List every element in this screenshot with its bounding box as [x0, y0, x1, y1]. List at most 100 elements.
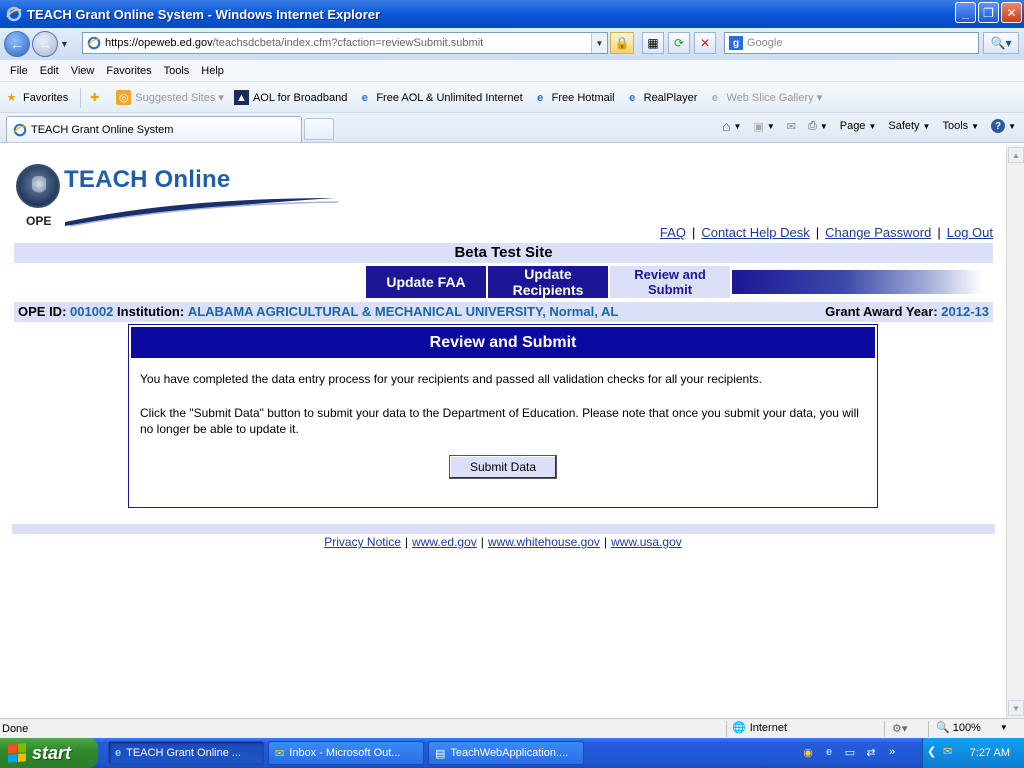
protected-mode-icon[interactable]: ⚙▾: [892, 722, 907, 735]
window-titlebar[interactable]: TEACH Grant Online System - Windows Inte…: [0, 0, 1024, 28]
fav-web-slice[interactable]: e Web Slice Gallery ▾: [707, 90, 822, 105]
change-password-link[interactable]: Change Password: [825, 225, 931, 240]
forward-button[interactable]: →: [32, 31, 58, 57]
window-title: TEACH Grant Online System - Windows Inte…: [27, 6, 381, 22]
network-icon[interactable]: ⇄: [863, 744, 879, 760]
vertical-scrollbar[interactable]: ▲ ▼: [1006, 145, 1024, 718]
chrome-icon[interactable]: ◉: [800, 744, 816, 760]
fav-suggested-sites[interactable]: ◎ Suggested Sites ▾: [116, 90, 224, 105]
tray-outlook-icon[interactable]: ✉: [943, 745, 952, 758]
stop-icon[interactable]: ✕: [694, 32, 716, 54]
maximize-button[interactable]: ❐: [978, 2, 999, 23]
address-field[interactable]: https://opeweb.ed.gov/teachsdcbeta/index…: [82, 32, 608, 54]
print-button[interactable]: ⎙ ▼: [808, 120, 828, 133]
link-separator: |: [691, 225, 696, 240]
page-menu-label: Page: [839, 120, 866, 132]
nav-update-faa[interactable]: Update FAA: [366, 266, 486, 298]
refresh-icon[interactable]: ⟳: [668, 32, 690, 54]
favbar-divider: [80, 87, 82, 108]
zoom-icon: 🔍: [936, 722, 950, 734]
safety-menu[interactable]: Safety ▼: [888, 120, 930, 132]
tools-menu[interactable]: Tools ▼: [942, 120, 979, 132]
printer-icon: ⎙: [808, 119, 817, 132]
search-input[interactable]: g Google: [724, 32, 979, 54]
menu-help[interactable]: Help: [195, 65, 230, 77]
nav-update-recipients[interactable]: Update Recipients: [488, 266, 608, 298]
tab-teach-grant[interactable]: TEACH Grant Online System: [6, 116, 302, 142]
quick-launch: ◉ e ▭ ⇄ »: [800, 744, 900, 760]
close-button[interactable]: ✕: [1001, 2, 1022, 23]
taskbar-item-label: Inbox - Microsoft Out...: [289, 747, 401, 759]
taskbar-item-teachweb[interactable]: ▤ TeachWebApplication....: [428, 741, 584, 765]
compatibility-view-icon[interactable]: ▦: [642, 32, 664, 54]
fav-aol-broadband[interactable]: ▲ AOL for Broadband: [233, 90, 347, 105]
home-button[interactable]: ⌂ ▼: [722, 118, 741, 134]
rss-icon: ▣: [753, 120, 764, 133]
new-tab-button[interactable]: [304, 118, 334, 140]
log-out-link[interactable]: Log Out: [947, 225, 993, 240]
taskbar-item-outlook[interactable]: ✉ Inbox - Microsoft Out...: [268, 741, 424, 765]
status-divider: [884, 721, 885, 737]
fav-free-aol[interactable]: e Free AOL & Unlimited Internet: [357, 90, 523, 105]
seal-tree-icon: [32, 176, 46, 196]
fav-realplayer-label: RealPlayer: [643, 91, 698, 104]
expand-tray-icon[interactable]: »: [884, 744, 900, 760]
add-favorites-icon[interactable]: ✚: [87, 90, 106, 105]
recent-pages-dropdown-icon[interactable]: ▼: [60, 39, 69, 49]
scroll-up-icon[interactable]: ▲: [1008, 147, 1024, 163]
tray-back-icon[interactable]: ❮: [927, 745, 936, 758]
address-dropdown-icon[interactable]: ▼: [591, 33, 607, 53]
windows-flag-icon: [8, 743, 26, 763]
command-bar: ⌂ ▼ ▣ ▼ ✉ ⎙ ▼ Page ▼ Safety ▼ Tools ▼ ? ▼: [722, 118, 1016, 134]
status-divider: [928, 721, 929, 737]
show-desktop-icon[interactable]: ▭: [842, 744, 858, 760]
nav-review-line2: Submit: [647, 282, 693, 297]
start-label: start: [32, 742, 72, 763]
taskbar-item-teach[interactable]: e TEACH Grant Online ...: [108, 741, 264, 765]
teach-online-logo[interactable]: OPE TEACH Online: [12, 162, 342, 232]
top-links: FAQ | Contact Help Desk | Change Password | Lo…: [660, 225, 993, 240]
security-zone[interactable]: 🌐 Internet: [732, 721, 787, 735]
ed-gov-link[interactable]: www.ed.gov: [412, 535, 477, 549]
menu-edit[interactable]: Edit: [34, 65, 65, 77]
grant-year-value: 2012-13: [941, 304, 989, 319]
start-button[interactable]: start: [0, 738, 98, 768]
fav-realplayer[interactable]: e RealPlayer: [625, 90, 698, 105]
contact-help-desk-link[interactable]: Contact Help Desk: [701, 225, 809, 240]
mail-button[interactable]: ✉: [787, 120, 796, 133]
minimize-button[interactable]: _: [955, 2, 976, 23]
page-menu[interactable]: Page ▼: [840, 120, 877, 132]
ie-page-icon: e: [361, 91, 368, 104]
grant-year: Grant Award Year: 2012-13: [825, 302, 989, 322]
ie-icon: e: [115, 747, 122, 759]
privacy-notice-link[interactable]: Privacy Notice: [324, 535, 401, 549]
search-button[interactable]: 🔍▾: [983, 32, 1019, 54]
submit-data-button[interactable]: Submit Data: [449, 455, 557, 479]
zoom-control[interactable]: 🔍 100% ▼: [936, 721, 1008, 735]
page-icon: [87, 36, 101, 50]
menu-favorites[interactable]: Favorites: [100, 65, 157, 77]
tab-row: TEACH Grant Online System ⌂ ▼ ▣ ▼ ✉ ⎙ ▼ Pag…: [0, 113, 1024, 143]
help-button[interactable]: ? ▼: [991, 119, 1016, 133]
nav-review-submit[interactable]: Review and Submit: [610, 266, 730, 298]
faq-link[interactable]: FAQ: [660, 225, 686, 240]
google-icon: g: [729, 36, 743, 50]
usa-gov-link[interactable]: www.usa.gov: [611, 535, 682, 549]
link-separator: |: [404, 535, 409, 549]
fav-web-slice-label: Web Slice Gallery ▾: [726, 92, 823, 104]
menu-file[interactable]: File: [4, 65, 34, 77]
taskbar-item-label: TEACH Grant Online ...: [126, 747, 242, 759]
scroll-down-icon[interactable]: ▼: [1008, 700, 1024, 716]
menu-tools[interactable]: Tools: [158, 65, 196, 77]
back-button[interactable]: ←: [4, 31, 30, 57]
lock-icon[interactable]: 🔒: [610, 32, 634, 54]
institution-info-bar: OPE ID: 001002 Institution: ALABAMA AGRI…: [14, 302, 993, 322]
fav-free-hotmail[interactable]: e Free Hotmail: [533, 90, 615, 105]
system-tray: ❮ ✉ 7:27 AM: [922, 738, 1024, 768]
menu-view[interactable]: View: [65, 65, 101, 77]
feeds-button[interactable]: ▣ ▼: [753, 120, 774, 133]
favorites-button[interactable]: ★ Favorites: [4, 90, 69, 105]
ie-icon[interactable]: e: [821, 744, 837, 760]
whitehouse-gov-link[interactable]: www.whitehouse.gov: [488, 535, 600, 549]
favorites-bar: ★ Favorites ✚ ◎ Suggested Sites ▾ ▲ AOL …: [0, 83, 1024, 113]
